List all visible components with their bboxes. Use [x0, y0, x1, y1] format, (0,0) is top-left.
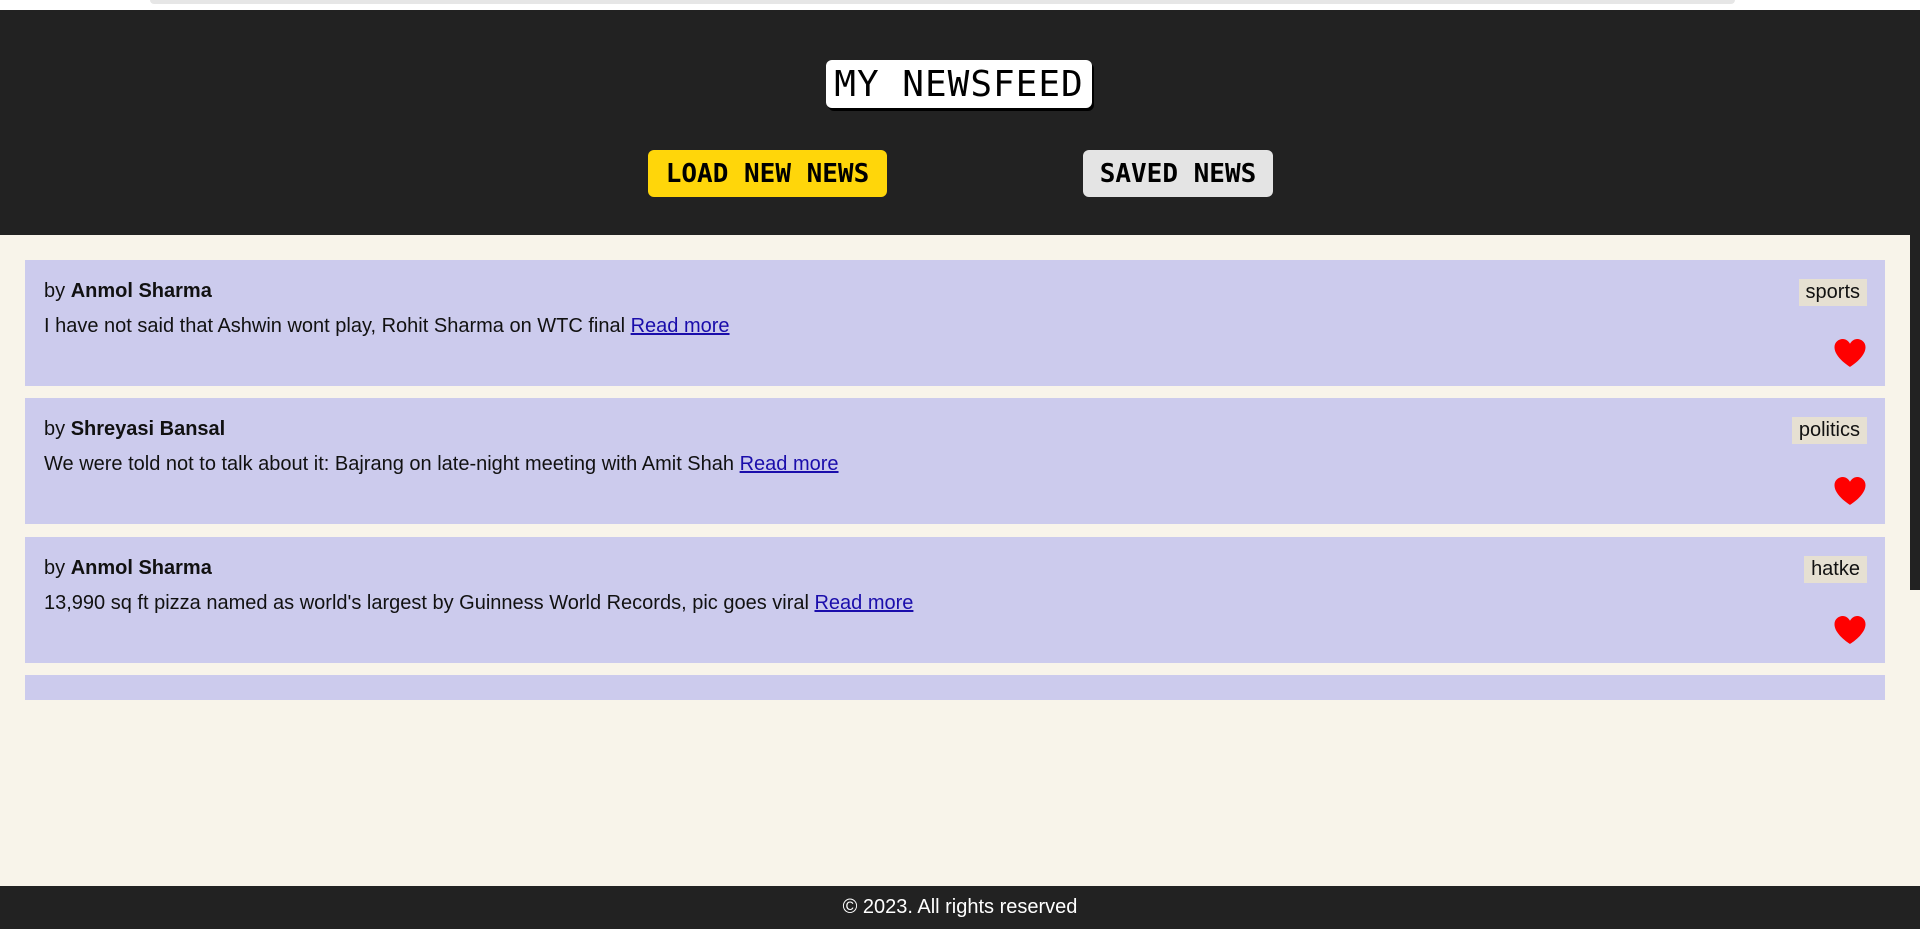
read-more-link[interactable]: Read more [814, 592, 913, 614]
news-category-tag: sports [1798, 279, 1867, 306]
news-author: Anmol Sharma [70, 280, 212, 302]
site-header: MY NEWSFEED LOAD NEW NEWS SAVED NEWS [0, 10, 1920, 235]
news-category-tag: politics [1791, 417, 1867, 444]
scrollbar[interactable] [1910, 235, 1920, 590]
news-headline: I have not said that Ashwin wont play, R… [44, 315, 626, 337]
by-prefix: by [44, 557, 66, 579]
heart-icon[interactable] [1833, 476, 1867, 506]
top-scroll-edge [150, 0, 1735, 4]
news-byline: by Anmol Sharma [44, 280, 212, 303]
browser-top-strip [0, 0, 1920, 10]
news-headline-line: I have not said that Ashwin wont play, R… [44, 315, 730, 338]
news-headline-line: 13,990 sq ft pizza named as world's larg… [44, 592, 913, 615]
saved-news-button[interactable]: SAVED NEWS [1083, 150, 1273, 197]
news-feed[interactable]: by Anmol Sharma I have not said that Ash… [25, 260, 1885, 700]
heart-icon[interactable] [1833, 338, 1867, 368]
read-more-link[interactable]: Read more [740, 453, 839, 475]
news-headline: 13,990 sq ft pizza named as world's larg… [44, 592, 809, 614]
copyright-text: © 2023. All rights reserved [842, 896, 1078, 918]
page-title: MY NEWSFEED [826, 60, 1092, 108]
news-card: by Anmol Sharma I have not said that Ash… [25, 260, 1885, 386]
by-prefix: by [44, 280, 66, 302]
news-headline: We were told not to talk about it: Bajra… [44, 453, 735, 475]
news-card: by Shreyasi Bansal We were told not to t… [25, 398, 1885, 524]
news-byline: by Shreyasi Bansal [44, 418, 225, 441]
by-prefix: by [44, 418, 66, 440]
load-new-news-button[interactable]: LOAD NEW NEWS [648, 150, 887, 197]
news-byline: by Anmol Sharma [44, 557, 212, 580]
news-author: Shreyasi Bansal [70, 418, 226, 440]
news-headline-line: We were told not to talk about it: Bajra… [44, 453, 839, 476]
heart-icon[interactable] [1833, 615, 1867, 645]
news-card-partial [25, 675, 1885, 700]
read-more-link[interactable]: Read more [631, 315, 730, 337]
news-card: by Anmol Sharma 13,990 sq ft pizza named… [25, 537, 1885, 663]
site-footer: © 2023. All rights reserved [0, 886, 1920, 929]
news-author: Anmol Sharma [70, 557, 212, 579]
news-category-tag: hatke [1804, 556, 1867, 583]
